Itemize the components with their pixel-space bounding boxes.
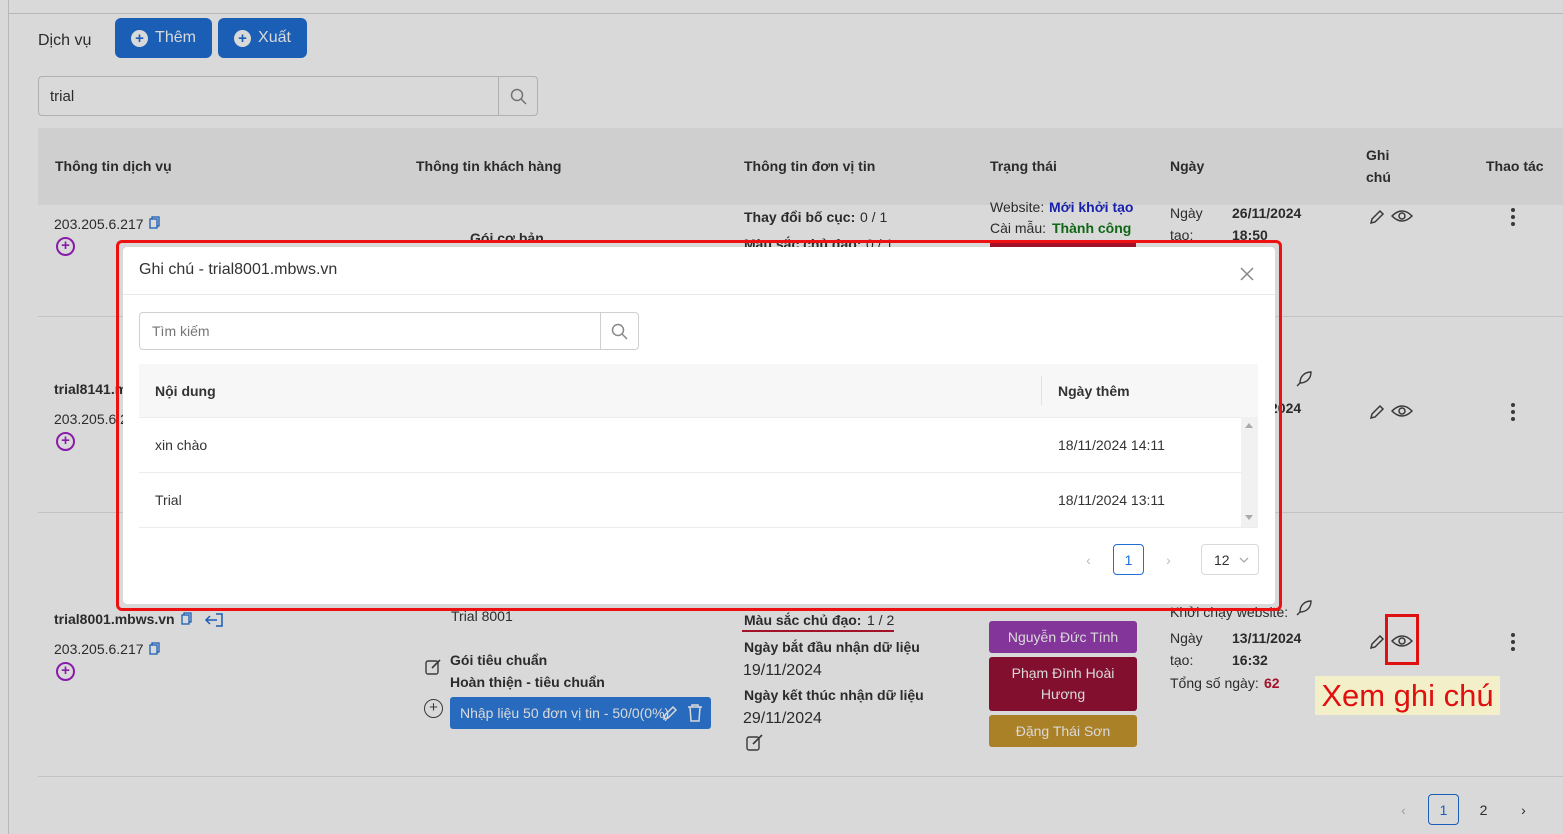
view-note-highlight-box [1385,614,1419,665]
view-note-annotation: Xem ghi chú [1315,676,1500,715]
modal-highlight-frame [116,240,1282,611]
